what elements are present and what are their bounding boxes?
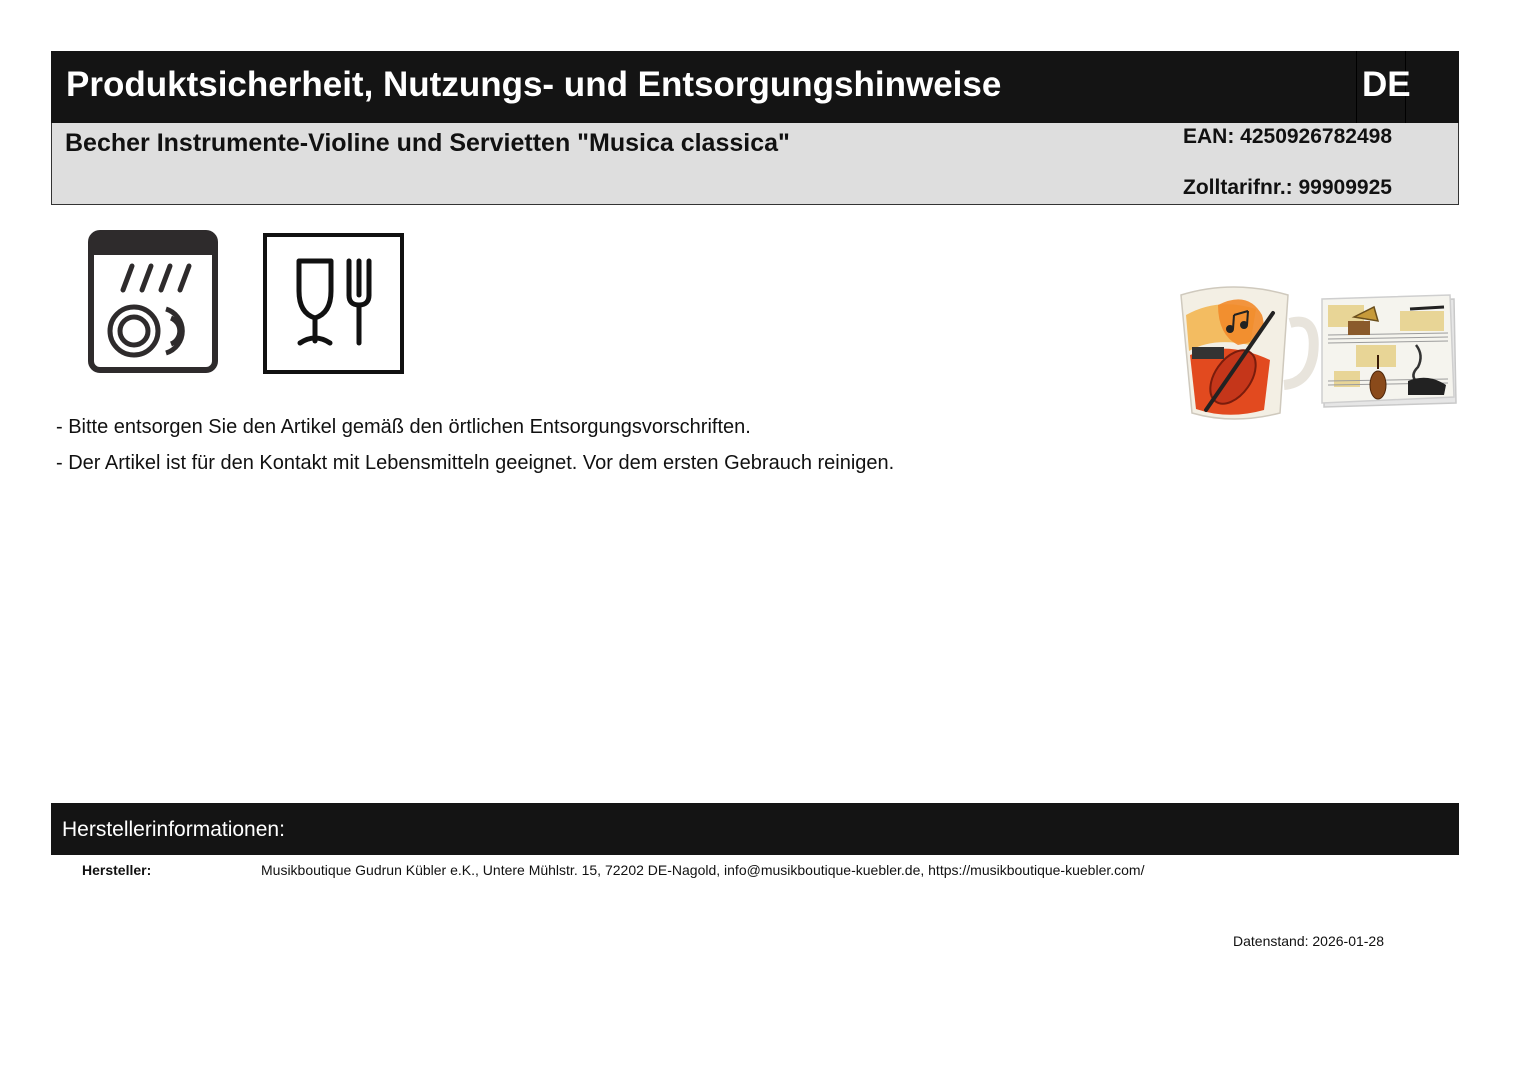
usage-notes: - Bitte entsorgen Sie den Artikel gemäß … (56, 414, 894, 486)
manufacturer-heading: Herstellerinformationen: (62, 818, 285, 841)
header-bar: Produktsicherheit, Nutzungs- und Entsorg… (51, 51, 1459, 123)
product-image (1180, 286, 1457, 420)
data-date: Datenstand: 2026-01-28 (1233, 933, 1384, 949)
napkins-image (1321, 294, 1457, 408)
language-code: DE (1362, 65, 1411, 104)
customs-tariff-number: Zolltarifnr.: 99909925 (1183, 176, 1392, 199)
food-safe-icon (263, 233, 404, 374)
product-info-bar: Becher Instrumente-Violine und Serviette… (51, 123, 1459, 205)
product-name: Becher Instrumente-Violine und Serviette… (65, 129, 790, 157)
ean-number: EAN: 4250926782498 (1183, 125, 1392, 148)
food-contact-note: - Der Artikel ist für den Kontakt mit Le… (56, 452, 895, 474)
page-title: Produktsicherheit, Nutzungs- und Entsorg… (66, 65, 1002, 104)
manufacturer-details: Musikboutique Gudrun Kübler e.K., Untere… (261, 862, 1145, 878)
manufacturer-info-bar: Herstellerinformationen: (51, 803, 1459, 855)
language-box: DE (1356, 51, 1411, 123)
mug-image (1180, 286, 1319, 420)
dishwasher-safe-icon (88, 230, 218, 373)
disposal-note: - Bitte entsorgen Sie den Artikel gemäß … (56, 416, 751, 438)
manufacturer-label: Hersteller: (82, 862, 152, 878)
